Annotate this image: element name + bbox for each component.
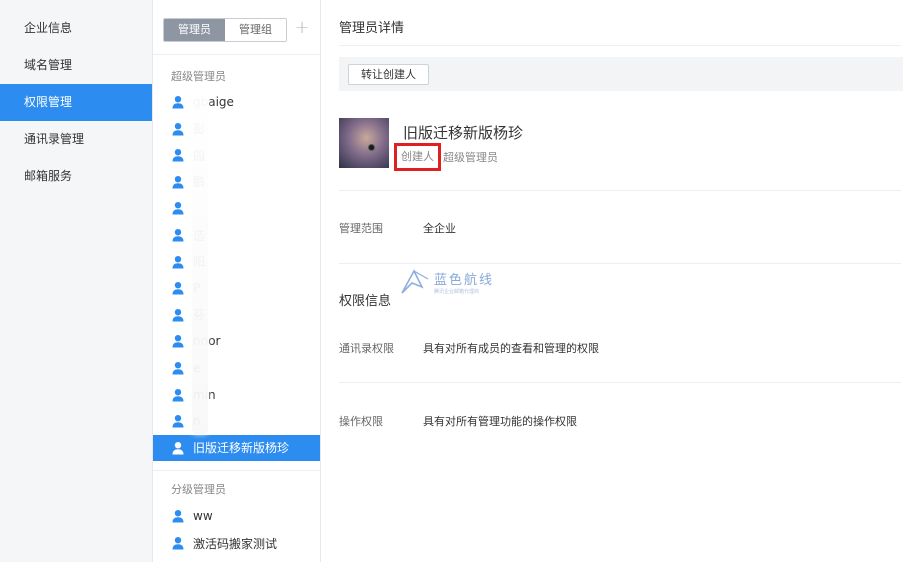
sub-admin-group-title: 分级管理员	[171, 483, 226, 496]
left-nav: 企业信息 域名管理 权限管理 通讯录管理 邮箱服务	[0, 0, 153, 562]
contacts-permission-value: 具有对所有成员的查看和管理的权限	[423, 342, 599, 355]
admin-list-item[interactable]: ww	[153, 503, 320, 529]
divider	[339, 190, 901, 191]
list-divider	[153, 54, 320, 55]
admin-list-item[interactable]: 园	[153, 142, 320, 168]
divider	[339, 263, 901, 264]
super-admin-group-title: 超级管理员	[171, 70, 226, 83]
detail-toolbar: 转让创建人	[339, 57, 903, 91]
admin-list-item[interactable]: 彭	[153, 116, 320, 142]
admin-list-item[interactable]: n	[153, 408, 320, 434]
person-icon	[172, 149, 184, 162]
admin-list-panel: 管理员 管理组 + 超级管理员 gbaige彭园鹏造阳P芬nnoreminn 旧版…	[153, 0, 321, 562]
tab-admins[interactable]: 管理员	[164, 19, 225, 41]
person-icon	[172, 388, 184, 402]
admin-list-item[interactable]: P	[153, 275, 320, 301]
nav-item-contacts-management[interactable]: 通讯录管理	[0, 121, 152, 158]
operation-permission-label: 操作权限	[339, 415, 383, 428]
admin-list-item[interactable]: 造	[153, 222, 320, 248]
plus-icon[interactable]: +	[293, 16, 311, 40]
watermark: 蓝色航线 腾讯企业邮箱代理商	[400, 269, 494, 295]
person-icon	[172, 510, 184, 523]
person-icon	[172, 537, 184, 550]
redaction-blur	[192, 88, 208, 434]
admin-list-item[interactable]: 芬	[153, 302, 320, 328]
admin-name: 旧版迁移新版杨珍	[403, 124, 524, 142]
person-icon	[172, 415, 184, 428]
divider	[339, 45, 901, 46]
admin-list-item-name: 激活码搬家测试	[193, 536, 278, 551]
person-icon	[172, 96, 184, 109]
page-title: 管理员详情	[339, 21, 405, 36]
person-icon	[172, 441, 184, 455]
scope-value: 全企业	[423, 222, 456, 235]
tab-admin-groups[interactable]: 管理组	[225, 19, 286, 41]
operation-permission-value: 具有对所有管理功能的操作权限	[423, 415, 577, 428]
person-icon	[172, 282, 184, 295]
admin-list-item[interactable]: 鹏	[153, 169, 320, 195]
admin-list-item[interactable]: gbaige	[153, 89, 320, 115]
nav-item-domain-management[interactable]: 域名管理	[0, 47, 152, 84]
person-icon	[172, 229, 184, 242]
admin-list-item[interactable]: 激活码搬家测试	[153, 530, 320, 556]
admin-list-item[interactable]: 阳	[153, 249, 320, 275]
creator-tag: 创建人	[394, 142, 441, 171]
admin-list-item-name: 旧版迁移新版杨珍	[193, 441, 290, 456]
admin-list-item[interactable]	[153, 195, 320, 221]
person-icon	[172, 202, 184, 215]
nav-item-mailbox-service[interactable]: 邮箱服务	[0, 158, 152, 195]
admin-list-item[interactable]: 旧版迁移新版杨珍	[153, 434, 320, 461]
admin-tab-switch: 管理员 管理组	[163, 18, 287, 42]
person-icon	[172, 122, 184, 136]
nav-item-company-info[interactable]: 企业信息	[0, 10, 152, 47]
scope-label: 管理范围	[339, 222, 383, 235]
nav-item-permission-management[interactable]: 权限管理	[0, 84, 152, 121]
list-divider	[153, 470, 320, 471]
admin-list-item[interactable]: e	[153, 355, 320, 381]
watermark-logo-icon	[401, 269, 429, 294]
transfer-creator-button[interactable]: 转让创建人	[348, 64, 429, 85]
admin-list-item[interactable]: nnor	[153, 328, 320, 354]
watermark-subtext: 腾讯企业邮箱代理商	[434, 289, 480, 295]
person-icon	[172, 175, 184, 189]
divider	[339, 382, 901, 383]
admin-role: 创建人 超级管理员	[394, 142, 498, 171]
contacts-permission-label: 通讯录权限	[339, 342, 394, 355]
person-icon	[172, 335, 184, 348]
admin-list-item-name: ww	[193, 509, 213, 523]
person-icon	[172, 308, 184, 322]
admin-list-item[interactable]: min	[153, 382, 320, 408]
person-icon	[172, 362, 184, 375]
avatar	[339, 118, 389, 168]
role-label: 超级管理员	[443, 150, 498, 164]
person-icon	[172, 255, 184, 269]
watermark-text: 蓝色航线	[434, 273, 495, 288]
permission-section-title: 权限信息	[339, 294, 392, 309]
